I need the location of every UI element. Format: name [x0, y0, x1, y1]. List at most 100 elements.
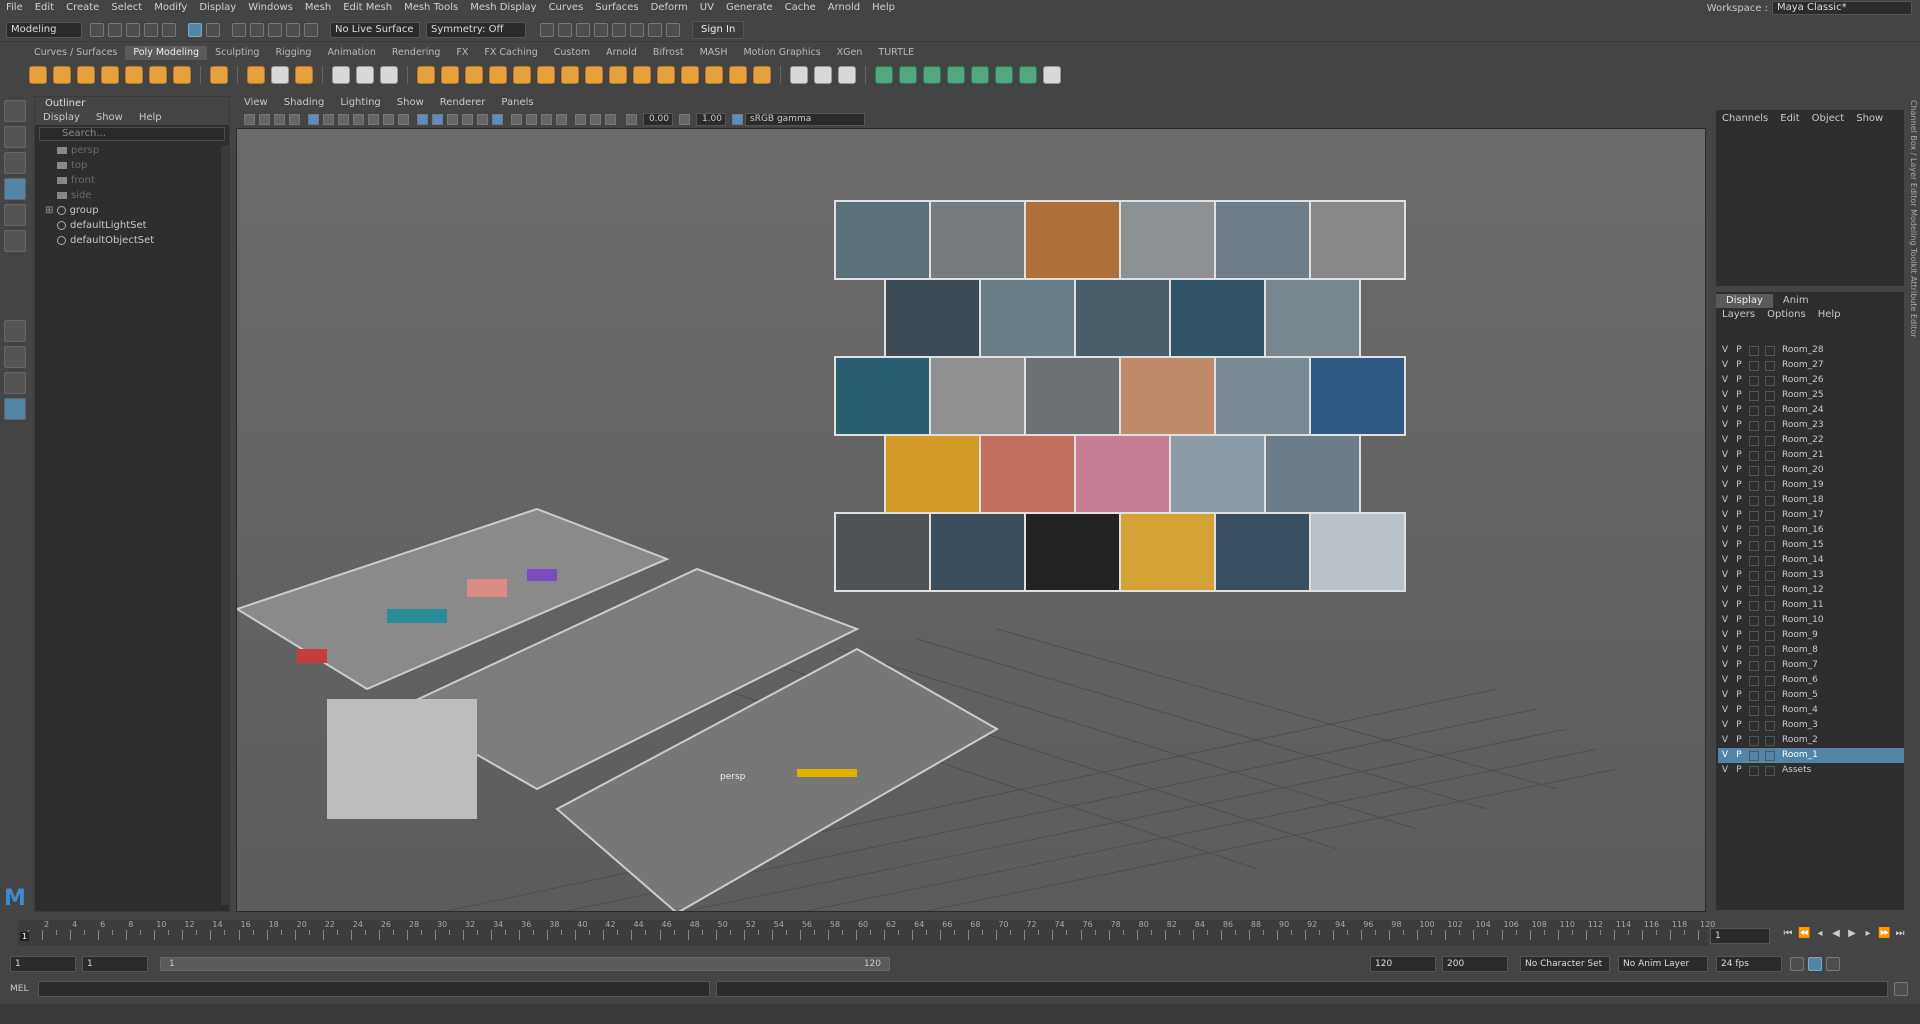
- symmetry-dropdown[interactable]: Symmetry: Off: [426, 21, 526, 38]
- layer-color-swatch[interactable]: [1765, 705, 1775, 716]
- poly-sphere-icon[interactable]: [29, 66, 47, 84]
- super-shape-icon[interactable]: [247, 66, 265, 84]
- layer-visibility-toggle[interactable]: V: [1718, 553, 1732, 568]
- go-to-end-icon[interactable]: ⏭: [1894, 928, 1906, 940]
- layer-color-swatch[interactable]: [1765, 555, 1775, 566]
- menu-windows[interactable]: Windows: [242, 0, 299, 16]
- outliner-item[interactable]: top: [35, 158, 229, 173]
- poly-platonic-icon[interactable]: [210, 66, 228, 84]
- xray-joints-icon[interactable]: [605, 113, 616, 125]
- svg-icon[interactable]: [295, 66, 313, 84]
- layer-color-swatch[interactable]: [1765, 645, 1775, 656]
- mirror-icon[interactable]: [537, 66, 555, 84]
- layer-display-type-toggle[interactable]: [1749, 420, 1759, 431]
- layer-menu-layers[interactable]: Layers: [1716, 308, 1761, 322]
- ambient-occlusion-icon[interactable]: [511, 113, 522, 125]
- render-settings-icon[interactable]: [594, 22, 608, 37]
- sculpt-icon[interactable]: [790, 66, 808, 84]
- layer-row[interactable]: V P Assets: [1718, 763, 1904, 778]
- shelf-tab-bifrost[interactable]: Bifrost: [645, 46, 692, 60]
- menu-edit-mesh[interactable]: Edit Mesh: [337, 0, 398, 16]
- layer-color-swatch[interactable]: [1765, 525, 1775, 536]
- layer-display-type-toggle[interactable]: [1749, 630, 1759, 641]
- layer-color-swatch[interactable]: [1765, 465, 1775, 476]
- depth-of-field-icon[interactable]: [556, 113, 567, 125]
- layer-display-type-toggle[interactable]: [1749, 360, 1759, 371]
- shelf-tab-poly-modeling[interactable]: Poly Modeling: [125, 46, 208, 60]
- layer-playback-toggle[interactable]: P: [1732, 358, 1746, 373]
- layer-display-type-toggle[interactable]: [1749, 510, 1759, 521]
- layer-visibility-toggle[interactable]: V: [1718, 433, 1732, 448]
- layer-playback-toggle[interactable]: P: [1732, 763, 1746, 778]
- custom-layout-icon[interactable]: [4, 398, 26, 420]
- viewport-menu-lighting[interactable]: Lighting: [332, 96, 388, 110]
- menu-create[interactable]: Create: [60, 0, 105, 16]
- multi-cut-icon[interactable]: [380, 66, 398, 84]
- viewport-menu-view[interactable]: View: [236, 96, 276, 110]
- layer-row[interactable]: V P Room_20: [1718, 463, 1904, 478]
- layer-visibility-toggle[interactable]: V: [1718, 358, 1732, 373]
- layer-visibility-toggle[interactable]: V: [1718, 448, 1732, 463]
- channel-box-menu-show[interactable]: Show: [1850, 112, 1889, 126]
- layer-playback-toggle[interactable]: P: [1732, 538, 1746, 553]
- layer-visibility-toggle[interactable]: V: [1718, 733, 1732, 748]
- arnold-render-icon[interactable]: [630, 22, 644, 37]
- layer-color-swatch[interactable]: [1765, 435, 1775, 446]
- layer-playback-toggle[interactable]: P: [1732, 418, 1746, 433]
- safe-action-icon[interactable]: [383, 113, 394, 125]
- redo-icon[interactable]: [162, 22, 176, 37]
- layer-display-type-toggle[interactable]: [1749, 570, 1759, 581]
- layer-display-type-toggle[interactable]: [1749, 585, 1759, 596]
- move-tool-icon[interactable]: [4, 178, 26, 200]
- shelf-tab-animation[interactable]: Animation: [319, 46, 383, 60]
- layer-playback-toggle[interactable]: P: [1732, 403, 1746, 418]
- pause-render-icon[interactable]: [666, 22, 680, 37]
- scale-tool-icon[interactable]: [4, 230, 26, 252]
- layer-display-type-toggle[interactable]: [1749, 705, 1759, 716]
- layer-color-swatch[interactable]: [1765, 660, 1775, 671]
- rotate-tool-icon[interactable]: [4, 204, 26, 226]
- cut-uv-icon[interactable]: [1019, 66, 1037, 84]
- perspective-viewport[interactable]: [236, 128, 1706, 912]
- layer-visibility-toggle[interactable]: V: [1718, 493, 1732, 508]
- layer-visibility-toggle[interactable]: V: [1718, 388, 1732, 403]
- color-management-icon[interactable]: [732, 113, 743, 125]
- outliner-item[interactable]: front: [35, 173, 229, 188]
- step-back-key-icon[interactable]: ⏪: [1798, 928, 1810, 940]
- loop-icon[interactable]: [1790, 957, 1804, 971]
- layer-visibility-toggle[interactable]: V: [1718, 718, 1732, 733]
- select-tool-icon[interactable]: [4, 100, 26, 122]
- layer-playback-toggle[interactable]: P: [1732, 448, 1746, 463]
- layer-row[interactable]: V P Room_15: [1718, 538, 1904, 553]
- animation-preferences-icon[interactable]: [1826, 957, 1840, 971]
- booleans-icon[interactable]: [513, 66, 531, 84]
- planar-uv-icon[interactable]: [875, 66, 893, 84]
- layer-color-swatch[interactable]: [1765, 420, 1775, 431]
- layer-playback-toggle[interactable]: P: [1732, 673, 1746, 688]
- menu-curves[interactable]: Curves: [543, 0, 590, 16]
- layer-playback-toggle[interactable]: P: [1732, 643, 1746, 658]
- four-view-icon[interactable]: [4, 346, 26, 368]
- connect-icon[interactable]: [838, 66, 856, 84]
- combine-icon[interactable]: [417, 66, 435, 84]
- layer-display-type-toggle[interactable]: [1749, 720, 1759, 731]
- sign-in-button[interactable]: Sign In: [692, 20, 745, 39]
- channel-box-menu-channels[interactable]: Channels: [1716, 112, 1774, 126]
- auto-key-icon[interactable]: [1808, 957, 1822, 971]
- film-gate-icon[interactable]: [323, 113, 334, 125]
- layer-playback-toggle[interactable]: P: [1732, 658, 1746, 673]
- layer-playback-toggle[interactable]: P: [1732, 493, 1746, 508]
- layer-row[interactable]: V P Room_16: [1718, 523, 1904, 538]
- layer-color-swatch[interactable]: [1765, 510, 1775, 521]
- shadows-icon[interactable]: [492, 113, 503, 125]
- anti-aliasing-icon[interactable]: [541, 113, 552, 125]
- exposure-field[interactable]: 0.00: [643, 112, 673, 126]
- layer-row[interactable]: V P Room_21: [1718, 448, 1904, 463]
- layer-display-type-toggle[interactable]: [1749, 690, 1759, 701]
- arnold-ipr-icon[interactable]: [648, 22, 662, 37]
- layer-row[interactable]: V P Room_17: [1718, 508, 1904, 523]
- layer-row[interactable]: V P Room_12: [1718, 583, 1904, 598]
- layer-row[interactable]: V P Room_11: [1718, 598, 1904, 613]
- range-slider[interactable]: 1 120: [160, 957, 890, 971]
- layer-row[interactable]: V P Room_6: [1718, 673, 1904, 688]
